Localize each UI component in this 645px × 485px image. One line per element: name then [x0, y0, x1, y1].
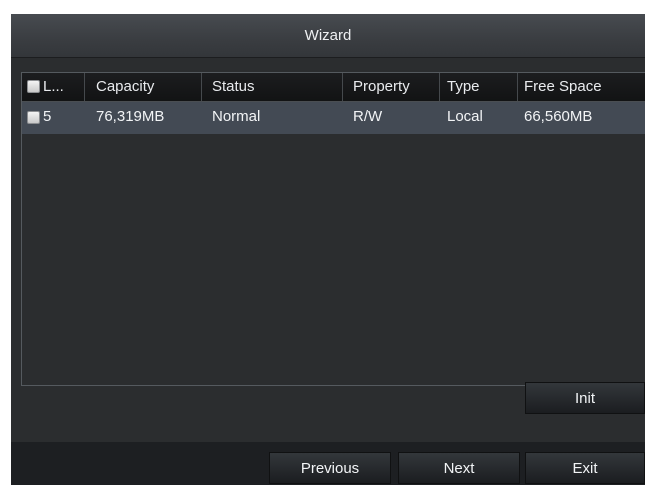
- previous-button[interactable]: Previous: [269, 452, 391, 484]
- cell-free-space: 66,560MB: [524, 108, 593, 125]
- column-header-label[interactable]: L...: [22, 73, 85, 101]
- table-header: L... Capacity Status Property Type Free …: [22, 73, 645, 102]
- exit-button[interactable]: Exit: [525, 452, 645, 484]
- column-header-capacity[interactable]: Capacity: [85, 73, 202, 101]
- cell-capacity: 76,319MB: [96, 108, 165, 125]
- column-header-type[interactable]: Type: [440, 73, 518, 101]
- wizard-window: Wizard L... Capacity Status Property Typ…: [11, 14, 645, 485]
- footer-bar: Previous Next Exit: [11, 442, 645, 485]
- column-header-free-space[interactable]: Free Space: [518, 73, 645, 101]
- column-header-property[interactable]: Property: [343, 73, 440, 101]
- select-all-checkbox[interactable]: [27, 80, 40, 93]
- cell-type: Local: [447, 108, 483, 125]
- table-row[interactable]: 5 76,319MB Normal R/W Local 66,560MB: [22, 102, 645, 134]
- hdd-table: L... Capacity Status Property Type Free …: [21, 72, 645, 386]
- row-checkbox[interactable]: [27, 111, 40, 124]
- init-button[interactable]: Init: [525, 382, 645, 414]
- next-button[interactable]: Next: [398, 452, 520, 484]
- column-header-status[interactable]: Status: [202, 73, 343, 101]
- cell-status: Normal: [212, 108, 261, 125]
- cell-property: R/W: [353, 108, 383, 125]
- cell-label: 5: [43, 108, 52, 125]
- window-title: Wizard: [304, 27, 352, 44]
- title-bar: Wizard: [11, 14, 645, 58]
